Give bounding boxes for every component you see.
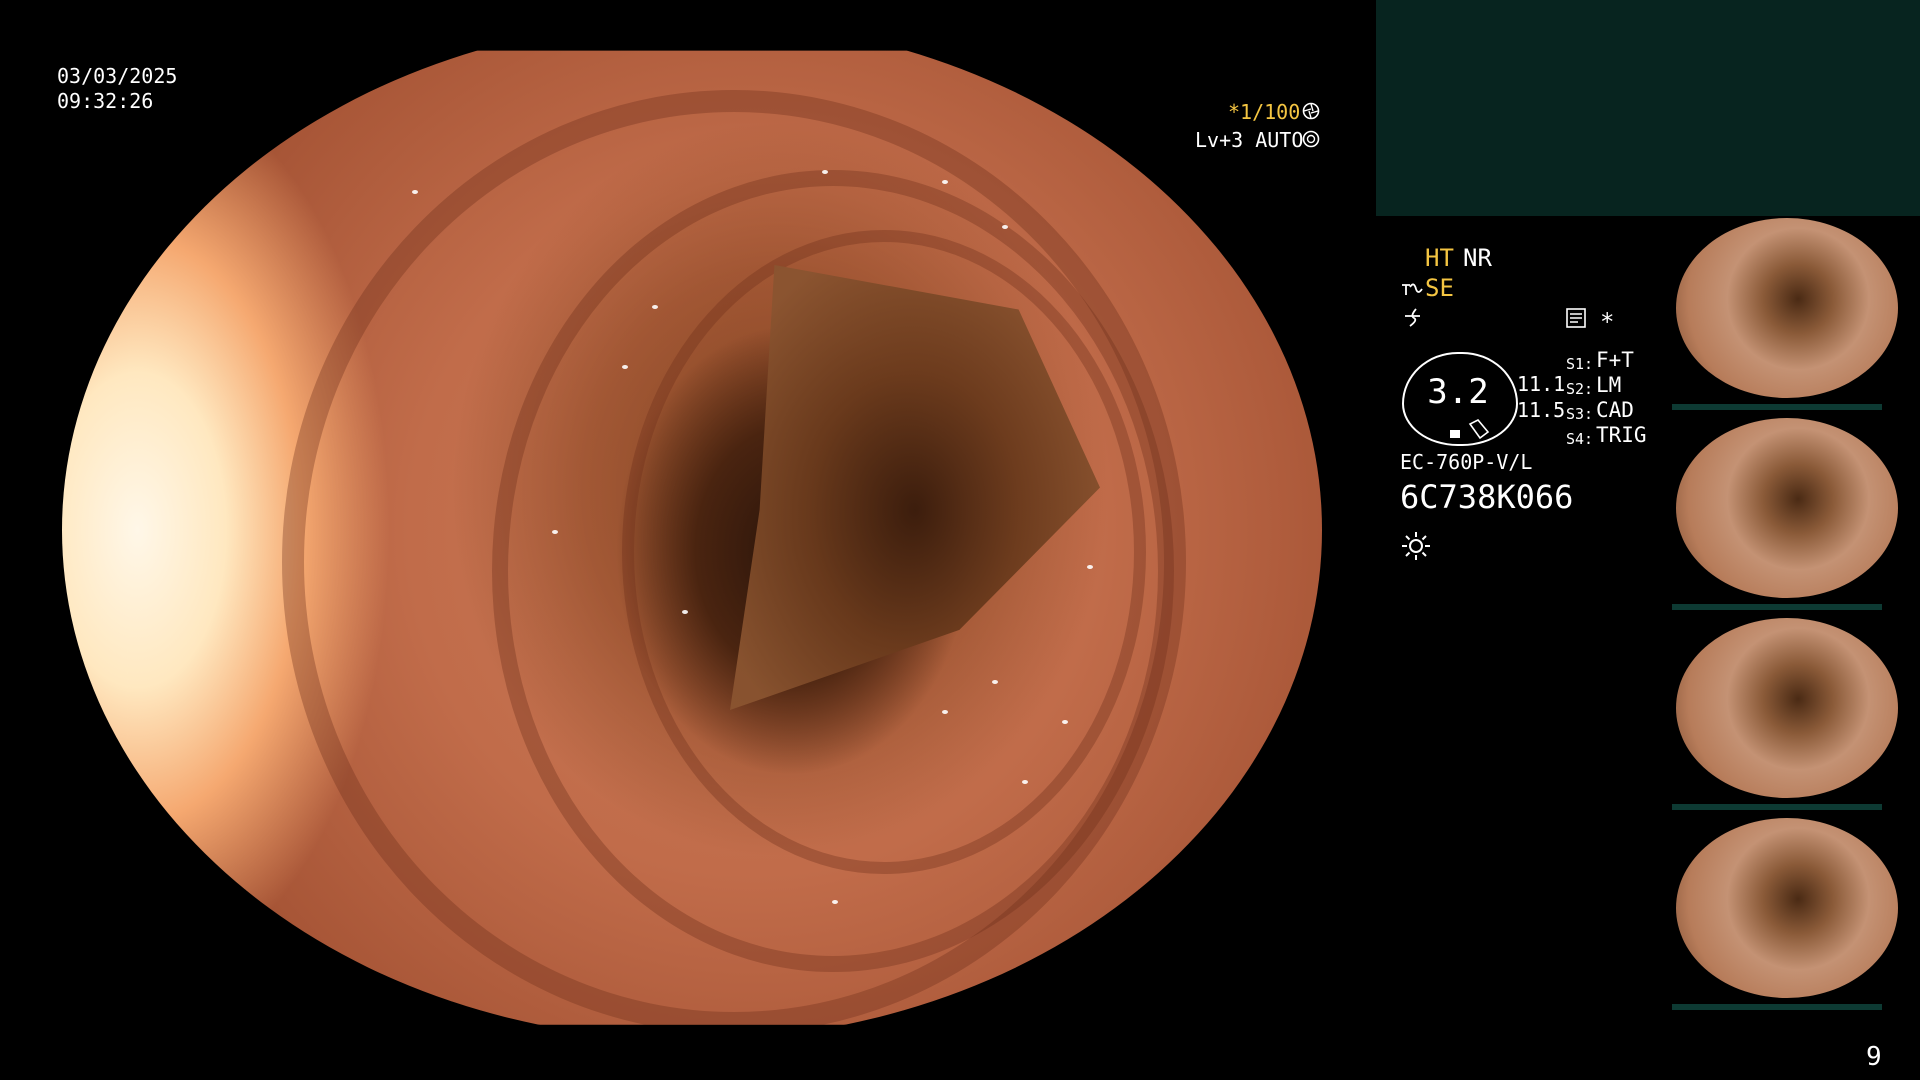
light-glint — [1002, 225, 1008, 229]
captured-thumbnail[interactable] — [1676, 218, 1898, 398]
shutter-label: *1/100 — [1228, 100, 1301, 124]
memo-icon — [1566, 308, 1586, 328]
s4-key: S4: — [1566, 430, 1594, 448]
s3-value: CAD — [1596, 398, 1634, 422]
light-glint — [1062, 720, 1068, 724]
s1-value: F+T — [1596, 348, 1634, 372]
light-glint — [942, 710, 948, 714]
light-glint — [1087, 565, 1093, 569]
s2-value: LM — [1596, 373, 1622, 397]
sun-icon — [1400, 530, 1432, 562]
light-glint — [552, 530, 558, 534]
scope-model: EC-760P-V/L — [1400, 450, 1533, 474]
readout-2: 11.5 — [1517, 398, 1566, 422]
s1-key: S1: — [1566, 355, 1594, 373]
mode-nr-label: NR — [1463, 244, 1492, 272]
top-info-panel — [1376, 0, 1920, 216]
captured-thumbnail[interactable] — [1676, 818, 1898, 998]
thumbnail-bar — [1672, 804, 1882, 810]
light-glint — [822, 170, 828, 174]
s2-key: S2: — [1566, 380, 1594, 398]
mode-ht-label: HT — [1425, 244, 1454, 272]
readout-1: 11.1 — [1517, 372, 1566, 396]
light-glint — [652, 305, 658, 309]
light-glint — [1022, 780, 1028, 784]
captured-thumbnail[interactable] — [1676, 418, 1898, 598]
endoscope-live-view — [0, 0, 1380, 1080]
light-glint — [832, 900, 838, 904]
light-glint — [682, 610, 688, 614]
light-glint — [412, 190, 418, 194]
shutter-icon — [1302, 102, 1320, 120]
endoscopic-image — [62, 50, 1322, 1025]
thumbnail-bar — [1672, 404, 1882, 410]
se-wave-icon — [1400, 279, 1424, 299]
light-glint — [942, 180, 948, 184]
captured-thumbnail[interactable] — [1676, 618, 1898, 798]
light-glint — [622, 365, 628, 369]
scope-serial: 6C738K066 — [1400, 478, 1574, 516]
date-text: 03/03/2025 — [57, 64, 178, 88]
thumbnail-bar — [1672, 604, 1882, 610]
asterisk-mark: * — [1600, 308, 1615, 336]
gauge-indicator-icon — [1448, 418, 1492, 440]
s3-key: S3: — [1566, 405, 1594, 423]
gauge-value: 3.2 — [1427, 372, 1489, 412]
squiggle-icon — [1402, 306, 1424, 328]
light-glint — [992, 680, 998, 684]
aperture-icon — [1302, 130, 1320, 148]
s4-value: TRIG — [1596, 423, 1647, 447]
time-text: 09:32:26 — [57, 89, 154, 113]
level-label: Lv+3 AUTO — [1195, 128, 1304, 152]
thumbnail-bar — [1672, 1004, 1882, 1010]
page-number: 9 — [1866, 1042, 1882, 1072]
mode-se-label: SE — [1425, 274, 1454, 302]
